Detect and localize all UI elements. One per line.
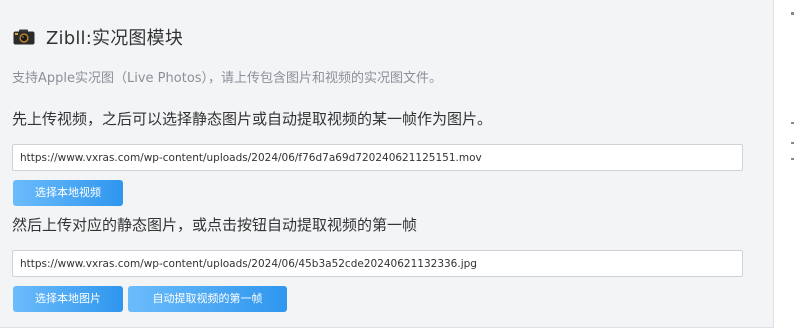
camera-icon (13, 29, 35, 45)
module-title: Zibll:实况图模块 (46, 28, 184, 49)
image-url-input[interactable] (12, 250, 743, 277)
edge-mark (791, 142, 794, 144)
extract-first-frame-button[interactable]: 自动提取视频的第一帧 (128, 286, 287, 312)
module-header: Zibll:实况图模块 (13, 24, 183, 50)
image-step-instruction: 然后上传对应的静态图片，或点击按钮自动提取视频的第一帧 (12, 216, 418, 234)
edge-mark (791, 12, 794, 15)
video-url-input[interactable] (12, 144, 743, 171)
live-photo-module-panel: Zibll:实况图模块 支持Apple实况图（Live Photos），请上传包… (0, 0, 774, 328)
select-local-image-button[interactable]: 选择本地图片 (13, 286, 123, 312)
edge-mark (791, 122, 794, 124)
select-local-video-button[interactable]: 选择本地视频 (13, 180, 123, 206)
module-description: 支持Apple实况图（Live Photos），请上传包含图片和视频的实况图文件… (12, 71, 443, 86)
video-step-instruction: 先上传视频，之后可以选择静态图片或自动提取视频的某一帧作为图片。 (12, 110, 493, 128)
page-right-edge (775, 0, 798, 332)
edge-mark (791, 158, 794, 160)
